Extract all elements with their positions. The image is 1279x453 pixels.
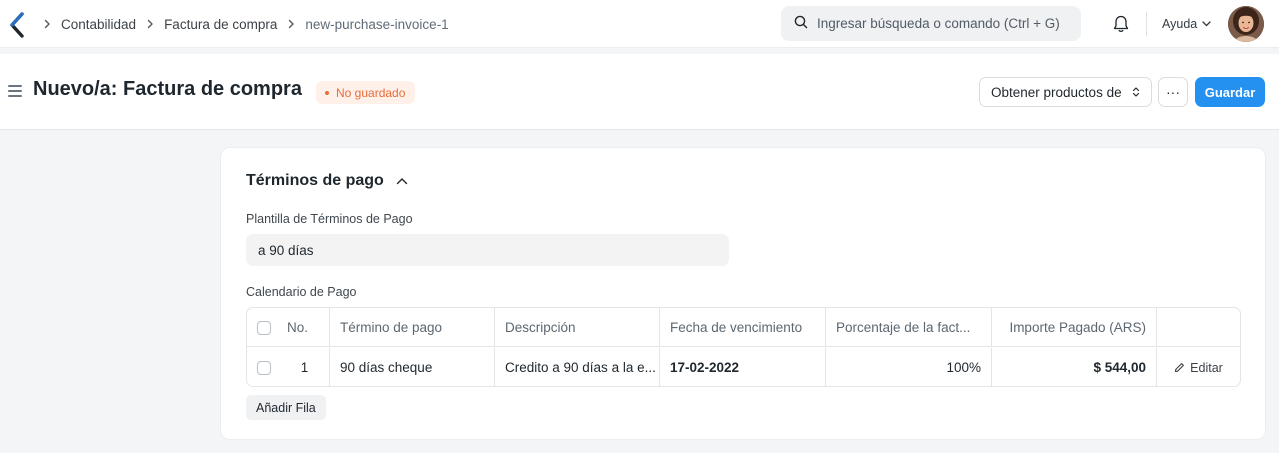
help-dropdown[interactable]: Ayuda [1162, 0, 1211, 48]
status-dot-icon [325, 90, 329, 95]
chevron-up-icon[interactable] [396, 177, 408, 185]
page-title: Nuevo/a: Factura de compra [33, 78, 302, 100]
cell-actions: Editar [1157, 348, 1240, 386]
breadcrumb-item[interactable]: new-purchase-invoice-1 [288, 17, 459, 32]
column-header-due-date: Fecha de vencimiento [660, 308, 826, 347]
get-items-from-label: Obtener productos de [991, 84, 1122, 100]
column-header-percentage: Porcentaje de la fact... [826, 308, 992, 347]
breadcrumb-label[interactable]: Contabilidad [61, 17, 136, 32]
ellipsis-icon: ··· [1166, 84, 1180, 100]
menu-icon[interactable] [8, 85, 22, 97]
payment-terms-template-field[interactable]: a 90 días [246, 234, 729, 266]
row-checkbox[interactable] [256, 360, 271, 375]
search-input[interactable] [817, 16, 1077, 31]
section-header[interactable]: Términos de pago [246, 172, 408, 190]
search-bar[interactable] [781, 6, 1081, 41]
cell-term[interactable]: 90 días cheque [330, 348, 495, 386]
breadcrumb-label[interactable]: new-purchase-invoice-1 [305, 17, 448, 32]
save-button[interactable]: Guardar [1195, 77, 1265, 107]
navbar: Contabilidad Factura de compra new-purch… [0, 0, 1279, 48]
get-items-from-button[interactable]: Obtener productos de [979, 77, 1152, 107]
chevron-right-icon [288, 19, 296, 29]
user-avatar[interactable] [1228, 6, 1264, 42]
add-row-button[interactable]: Añadir Fila [246, 395, 326, 420]
edit-row-label: Editar [1190, 360, 1223, 375]
select-all-checkbox[interactable] [256, 320, 271, 335]
payment-schedule-table: No. Término de pago Descripción Fecha de… [246, 307, 1241, 387]
breadcrumb-item[interactable]: Contabilidad [44, 17, 147, 32]
chevron-down-icon [1202, 21, 1211, 27]
cell-due-date[interactable]: 17-02-2022 [660, 348, 826, 386]
more-actions-button[interactable]: ··· [1158, 77, 1188, 107]
table-header-row: No. Término de pago Descripción Fecha de… [247, 308, 1240, 347]
navbar-divider [1146, 12, 1147, 36]
page-header: Nuevo/a: Factura de compra No guardado O… [0, 54, 1279, 130]
edit-row-button[interactable]: Editar [1174, 361, 1223, 375]
section-title: Términos de pago [246, 172, 384, 189]
chevron-right-icon [44, 19, 52, 29]
payment-schedule-label: Calendario de Pago [246, 285, 357, 299]
breadcrumb-label[interactable]: Factura de compra [164, 17, 277, 32]
search-icon [794, 15, 808, 32]
column-header-no: No. [280, 308, 330, 347]
column-header-actions [1157, 308, 1240, 347]
row-checkbox-cell [247, 348, 280, 386]
column-header-term: Término de pago [330, 308, 495, 347]
select-arrows-icon [1132, 87, 1140, 97]
app-logo-icon[interactable] [9, 12, 25, 38]
help-label: Ayuda [1162, 17, 1198, 31]
status-badge: No guardado [316, 81, 416, 104]
chevron-right-icon [147, 19, 155, 29]
payment-terms-template-label: Plantilla de Términos de Pago [246, 212, 413, 226]
payment-terms-section: Términos de pago Plantilla de Términos d… [220, 147, 1266, 440]
column-header-description: Descripción [495, 308, 660, 347]
cell-description[interactable]: Credito a 90 días a la e... [495, 348, 660, 386]
cell-amount[interactable]: $ 544,00 [992, 348, 1157, 386]
column-header-amount: Importe Pagado (ARS) [992, 308, 1157, 347]
status-badge-label: No guardado [336, 85, 406, 100]
cell-no: 1 [280, 348, 330, 386]
breadcrumb-item[interactable]: Factura de compra [147, 17, 288, 32]
header-checkbox-cell [247, 308, 280, 347]
breadcrumb: Contabilidad Factura de compra new-purch… [44, 0, 460, 48]
table-row[interactable]: 1 90 días cheque Credito a 90 días a la … [247, 348, 1240, 386]
notification-bell-icon[interactable] [1112, 14, 1130, 34]
pencil-icon [1175, 363, 1185, 373]
cell-percentage[interactable]: 100% [826, 348, 992, 386]
